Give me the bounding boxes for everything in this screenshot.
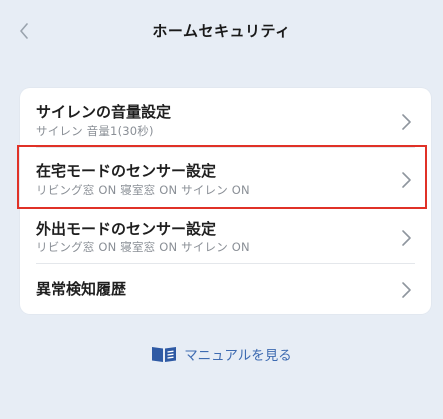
header-bar: ホームセキュリティ: [0, 0, 443, 64]
menu-item-siren-volume[interactable]: サイレンの音量設定 サイレン 音量1(30秒): [20, 88, 431, 144]
menu-item-away-mode-sensor[interactable]: 外出モードのセンサー設定 リビング窓 ON 寝室窓 ON サイレン ON: [20, 208, 431, 264]
menu-item-subtitle: サイレン 音量1(30秒): [36, 124, 154, 138]
menu-item-home-mode-sensor[interactable]: 在宅モードのセンサー設定 リビング窓 ON 寝室窓 ON サイレン ON: [20, 148, 431, 204]
menu-item-title: 異常検知履歴: [36, 280, 127, 298]
menu-item-subtitle: リビング窓 ON 寝室窓 ON サイレン ON: [36, 183, 250, 197]
chevron-right-icon: [402, 282, 411, 298]
chevron-right-icon: [402, 114, 411, 130]
menu-item-title: 外出モードのセンサー設定: [36, 220, 217, 238]
page-title: ホームセキュリティ: [152, 22, 291, 40]
manual-link[interactable]: マニュアルを見る: [0, 344, 443, 364]
chevron-right-icon: [402, 230, 411, 246]
book-icon: [152, 347, 177, 362]
menu-item-subtitle: リビング窓 ON 寝室窓 ON サイレン ON: [36, 240, 250, 254]
menu-item-title: 在宅モードのセンサー設定: [36, 162, 217, 180]
menu-item-title: サイレンの音量設定: [36, 103, 172, 121]
manual-link-label: マニュアルを見る: [184, 348, 292, 364]
settings-card: サイレンの音量設定 サイレン 音量1(30秒) 在宅モードのセンサー設定 リビン…: [20, 88, 431, 314]
menu-item-anomaly-history[interactable]: 異常検知履歴: [20, 264, 431, 314]
chevron-right-icon: [402, 172, 411, 188]
